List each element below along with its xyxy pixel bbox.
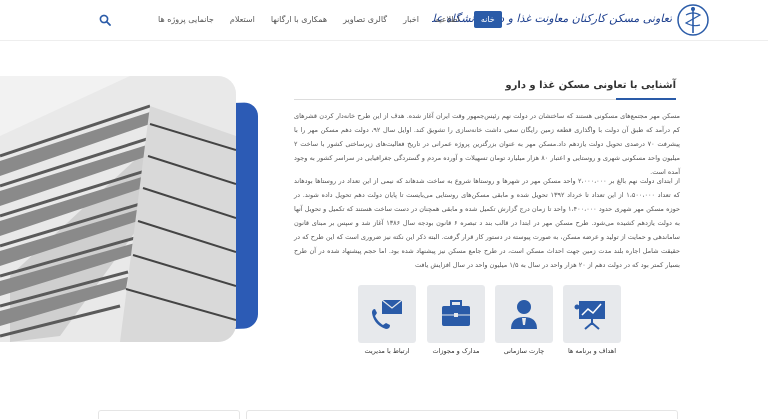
- building-illustration: [0, 76, 236, 342]
- feature-goals-button[interactable]: [563, 285, 621, 343]
- site-header: تعاونی مسکن کارکنان معاونت غذا و دارو دا…: [0, 0, 768, 40]
- nav-item-cooperation[interactable]: همکاری با ارگانها: [263, 11, 335, 28]
- search-icon[interactable]: [99, 14, 111, 26]
- nav-item-project-locations[interactable]: جانمایی پروژه ها: [150, 11, 222, 28]
- briefcase-icon: [442, 300, 470, 326]
- nav-item-news[interactable]: اخبار: [395, 11, 427, 28]
- main-nav: خانه اطلاعیه اخبار گالری تصاویر همکاری ب…: [150, 11, 502, 28]
- header-divider: [0, 40, 768, 41]
- feature-contact-label[interactable]: ارتباط با مدیریت: [342, 347, 432, 355]
- feature-org-chart-button[interactable]: [495, 285, 553, 343]
- presentation-board-icon: [574, 301, 605, 330]
- title-accent-bar: [616, 98, 676, 100]
- university-emblem-icon[interactable]: [676, 3, 710, 37]
- intro-paragraph: مسکن مهر مجتمع‌های مسکونی هستند که ساختش…: [294, 112, 681, 176]
- building-photo: [0, 76, 236, 342]
- nav-item-inquiry[interactable]: استعلام: [222, 11, 263, 28]
- feature-documents-button[interactable]: [427, 285, 485, 343]
- history-paragraph: از ابتدای دولت نهم بالغ بر ۲،۰۰۰،۰۰۰ واح…: [294, 177, 681, 269]
- nav-item-gallery[interactable]: گالری تصاویر: [335, 11, 395, 28]
- nav-item-announcements[interactable]: اطلاعیه: [427, 11, 468, 28]
- nav-item-home[interactable]: خانه: [473, 11, 502, 28]
- user-profile-icon: [511, 300, 537, 329]
- section-title: آشنایی با تعاونی مسکن غذا و دارو: [505, 80, 676, 91]
- feature-contact-button[interactable]: [358, 285, 416, 343]
- mail-phone-icon: [372, 299, 403, 329]
